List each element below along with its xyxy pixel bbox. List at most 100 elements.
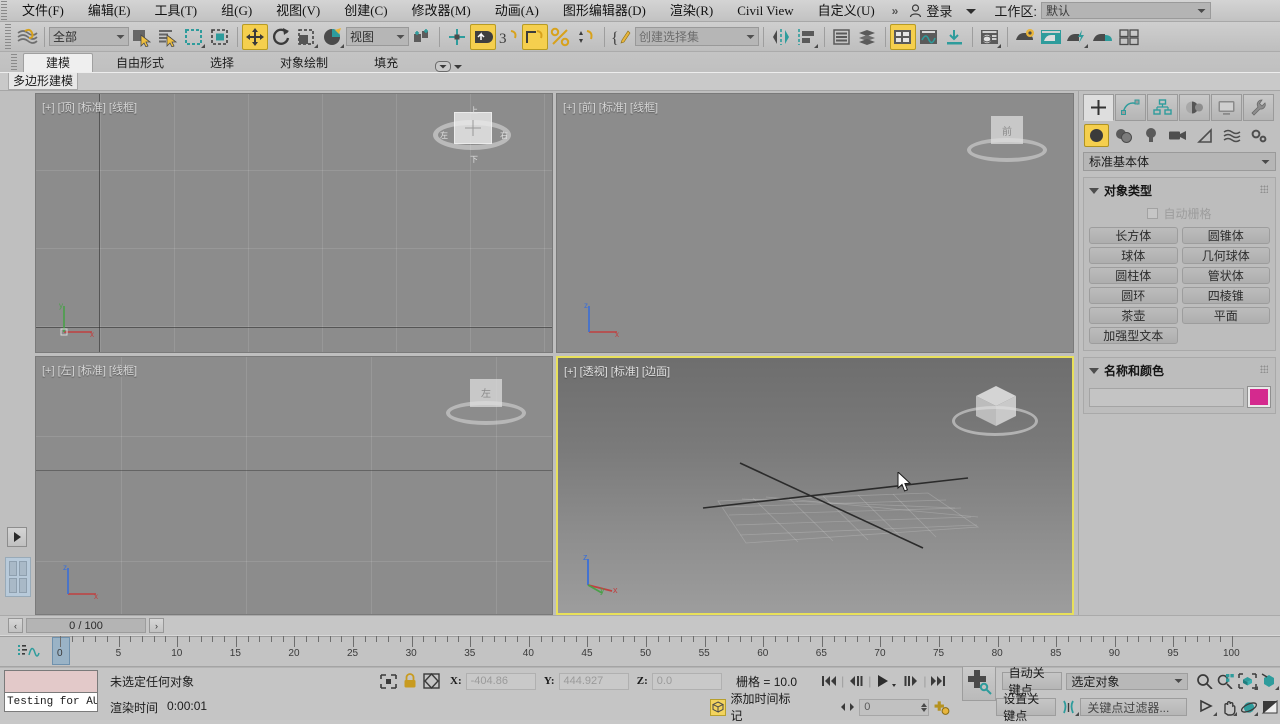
pan-icon[interactable]: [1218, 698, 1239, 717]
viewport-perspective-label[interactable]: [+] [透视] [标准] [边面]: [564, 363, 670, 379]
zoom-region-icon[interactable]: [1259, 672, 1280, 691]
menu-item-rendering[interactable]: 渲染(R): [658, 0, 725, 22]
select-object-icon[interactable]: [129, 24, 155, 50]
utilities-tab[interactable]: [1243, 94, 1274, 121]
align-icon[interactable]: [794, 24, 820, 50]
menu-item-modifiers[interactable]: 修改器(M): [400, 0, 483, 22]
viewport-perspective[interactable]: [+] [透视] [标准] [边面] z x y: [556, 355, 1074, 615]
menu-item-create[interactable]: 创建(C): [332, 0, 399, 22]
selection-lock-region-icon[interactable]: [378, 672, 399, 691]
viewport-layout-tab[interactable]: [5, 557, 31, 597]
zoom-icon[interactable]: [1194, 672, 1215, 691]
create-geosphere-button[interactable]: 几何球体: [1181, 247, 1270, 264]
viewport-left[interactable]: [+] [左] [标准] [线框] 左 x z: [35, 355, 553, 615]
ribbon-tab-freeform[interactable]: 自由形式: [93, 53, 187, 72]
selection-set-combo[interactable]: 选定对象: [1066, 672, 1189, 690]
maximize-viewport-toggle-icon[interactable]: [1259, 698, 1280, 717]
rect-selection-region-icon[interactable]: [181, 24, 207, 50]
undo-redo-link-icon[interactable]: [14, 24, 40, 50]
time-slider-field[interactable]: 0 / 100: [26, 618, 146, 633]
percent-snap-icon[interactable]: [548, 24, 574, 50]
viewport-left-label[interactable]: [+] [左] [标准] [线框]: [42, 362, 137, 378]
render-preview-icon[interactable]: [1116, 24, 1142, 50]
absolute-relative-transform-icon[interactable]: [421, 672, 442, 691]
create-teapot-button[interactable]: 茶壶: [1089, 307, 1178, 324]
view-cube-bottom-label[interactable]: 下: [470, 154, 478, 165]
named-selection-sets-combo[interactable]: 创建选择集: [635, 27, 759, 46]
ribbon-tab-object-paint[interactable]: 对象绘制: [257, 53, 351, 72]
set-key-mode-button[interactable]: 设置关键点: [996, 692, 1056, 723]
auto-key-button[interactable]: 自动关键点: [1001, 666, 1063, 697]
orbit-icon[interactable]: [1238, 698, 1259, 717]
menu-item-group[interactable]: 组(G): [209, 0, 264, 22]
goto-end-button[interactable]: [928, 672, 948, 690]
object-color-swatch[interactable]: [1247, 386, 1271, 408]
modify-tab[interactable]: [1115, 94, 1146, 121]
rendered-frame-window-icon[interactable]: [1038, 24, 1064, 50]
z-coord-field[interactable]: 0.0: [651, 672, 723, 690]
zoom-all-icon[interactable]: [1216, 672, 1237, 691]
schematic-view-icon[interactable]: [916, 24, 942, 50]
select-and-scale-icon[interactable]: [294, 24, 320, 50]
view-cube-perspective[interactable]: [952, 378, 1038, 442]
view-cube-right-label[interactable]: 右: [500, 130, 508, 141]
use-center-flyout-icon[interactable]: [320, 24, 346, 50]
viewport-top[interactable]: [+] [顶] [标准] [线框] 上 下 左 右 x y: [35, 93, 553, 353]
create-text-plus-button[interactable]: 加强型文本: [1089, 327, 1178, 344]
key-filters-icon[interactable]: [1060, 698, 1081, 717]
snaps-toggle-icon[interactable]: [470, 23, 496, 50]
maxscript-mini-listener[interactable]: Testing for AU: [0, 668, 100, 720]
ribbon-tab-selection[interactable]: 选择: [187, 53, 257, 72]
viewport-front-label[interactable]: [+] [前] [标准] [线框]: [563, 99, 658, 115]
create-pyramid-button[interactable]: 四棱锥: [1181, 287, 1270, 304]
ribbon-tab-populate[interactable]: 填充: [351, 53, 421, 72]
lights-icon[interactable]: [1138, 124, 1163, 147]
create-tab[interactable]: [1083, 94, 1114, 121]
object-name-input[interactable]: [1089, 387, 1244, 407]
curve-editor-icon[interactable]: [890, 23, 916, 50]
menu-item-file[interactable]: 文件(F): [10, 0, 76, 22]
geometry-icon[interactable]: [1084, 124, 1109, 147]
select-and-move-icon[interactable]: [242, 23, 268, 50]
systems-icon[interactable]: [1246, 124, 1271, 147]
key-mode-toggle-icon[interactable]: [933, 699, 950, 715]
view-cube-left-label[interactable]: 左: [440, 130, 448, 141]
menu-overflow-icon[interactable]: »: [887, 4, 904, 18]
menu-item-customize[interactable]: 自定义(U): [806, 0, 887, 22]
menu-item-tools[interactable]: 工具(T): [143, 0, 210, 22]
login-chevron-down-icon[interactable]: [962, 7, 980, 15]
object-subcategory-combo[interactable]: 标准基本体: [1083, 152, 1276, 171]
frame-spinner[interactable]: [919, 702, 928, 712]
key-nav-arrows-icon[interactable]: [840, 702, 855, 712]
view-cube-face[interactable]: [454, 112, 492, 144]
create-box-button[interactable]: 长方体: [1089, 227, 1178, 244]
mirror-icon[interactable]: [768, 24, 794, 50]
selection-lock-toggle-icon[interactable]: [399, 672, 420, 691]
login-button[interactable]: 登录: [903, 1, 958, 20]
motion-tab[interactable]: [1179, 94, 1210, 121]
nav-ring-icon[interactable]: [952, 405, 1038, 436]
cameras-icon[interactable]: [1165, 124, 1190, 147]
menu-item-civil-view[interactable]: Civil View: [725, 0, 805, 22]
ribbon-polygon-modeling-chip[interactable]: 多边形建模: [8, 73, 79, 90]
space-warps-icon[interactable]: [1219, 124, 1244, 147]
zoom-region-alt-icon[interactable]: [1197, 698, 1218, 717]
scene-explorer-icon[interactable]: [855, 24, 881, 50]
create-cylinder-button[interactable]: 圆柱体: [1089, 267, 1178, 284]
select-and-rotate-icon[interactable]: [268, 24, 294, 50]
previous-frame-button[interactable]: [846, 672, 866, 690]
select-and-link-icon[interactable]: [409, 24, 435, 50]
bind-to-space-warp-icon[interactable]: [444, 24, 470, 50]
material-editor-icon[interactable]: [977, 24, 1003, 50]
key-filters-button[interactable]: 关键点过滤器...: [1080, 698, 1187, 716]
rollout-collapse-icon[interactable]: [1089, 187, 1099, 194]
x-coord-field[interactable]: -404.86: [465, 672, 536, 690]
viewport-top-label[interactable]: [+] [顶] [标准] [线框]: [42, 99, 137, 115]
open-mini-curve-editor-icon[interactable]: [18, 643, 40, 659]
object-type-header[interactable]: 对象类型: [1089, 181, 1270, 202]
menu-item-edit[interactable]: 编辑(E): [76, 0, 143, 22]
view-cube-face[interactable]: 前: [991, 116, 1023, 144]
autogrid-row[interactable]: 自动栅格: [1089, 205, 1270, 222]
material-explorer-icon[interactable]: [942, 24, 968, 50]
next-frame-button[interactable]: ›: [149, 618, 164, 633]
